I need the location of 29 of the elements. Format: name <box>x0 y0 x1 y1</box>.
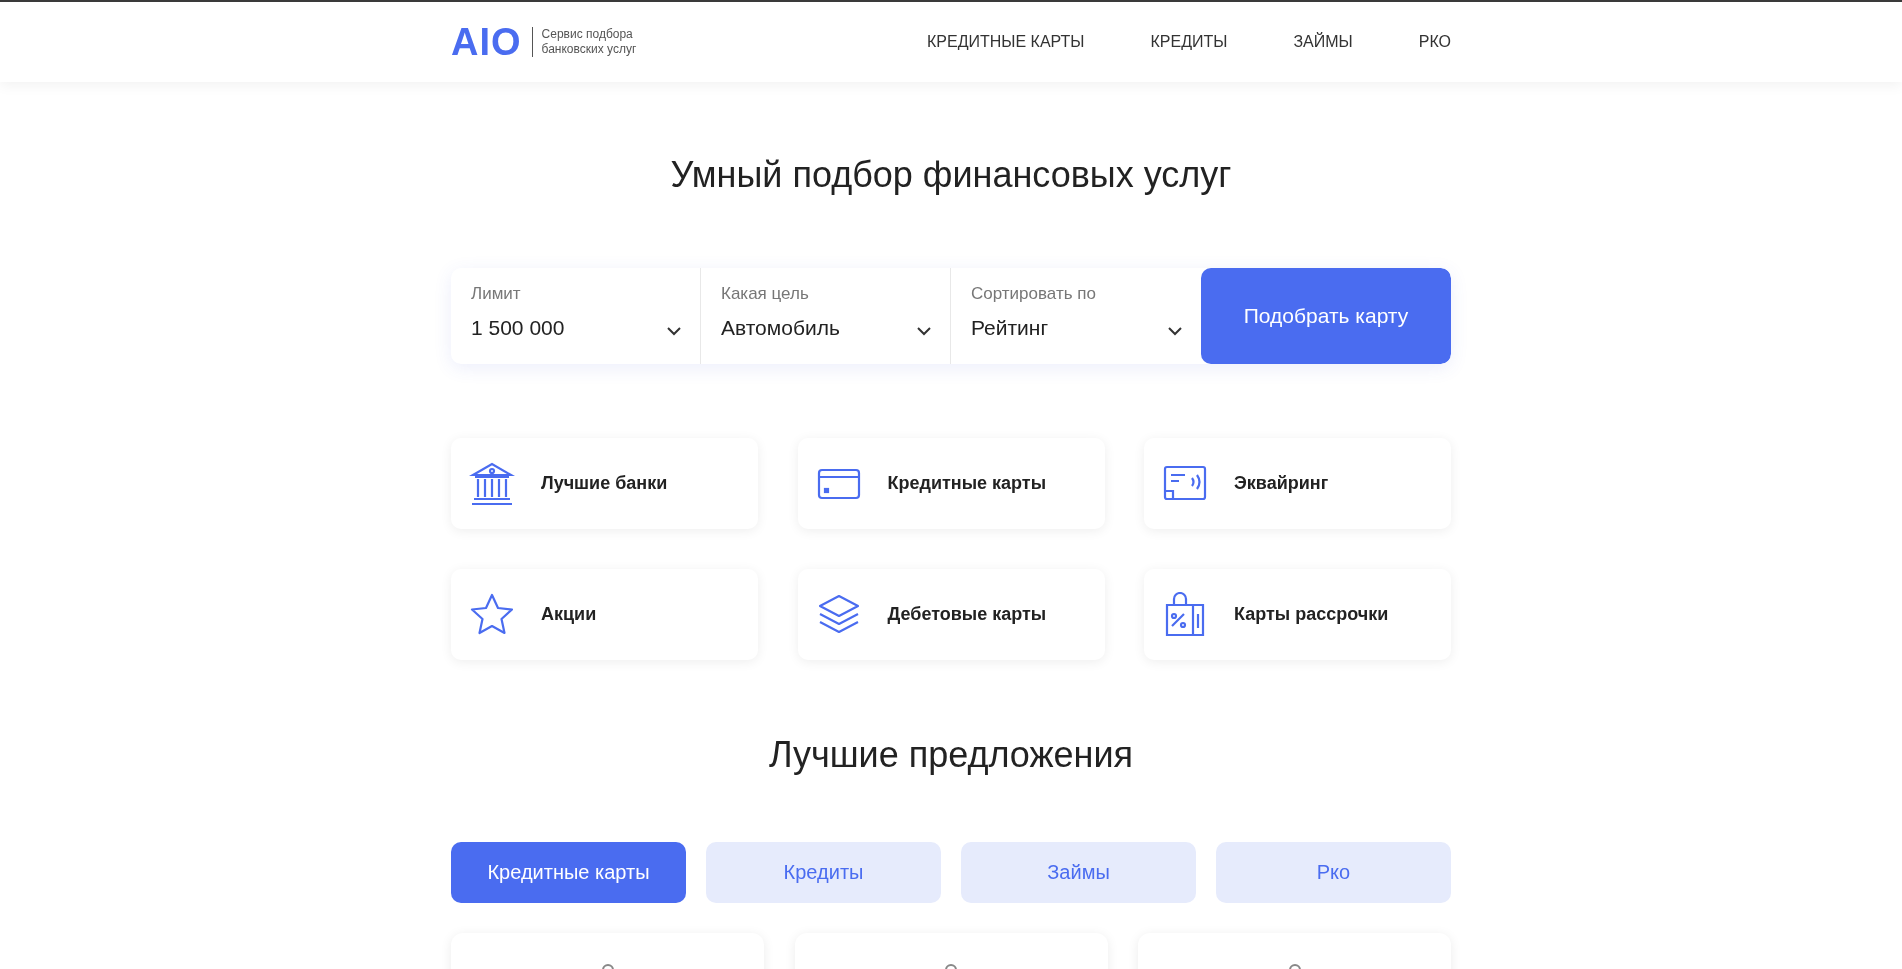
section-title: Лучшие предложения <box>767 733 1135 777</box>
nav-link[interactable]: ЗАЙМЫ <box>1293 33 1353 51</box>
select-field[interactable]: Лимит 1 500 000 <box>451 268 701 364</box>
nav-link[interactable]: КРЕДИТНЫЕ КАРТЫ <box>926 33 1085 51</box>
category-card[interactable]: Кредитные карты <box>797 438 1105 529</box>
tab[interactable]: Кредиты <box>706 842 941 903</box>
submit-button[interactable]: Подобрать карту <box>1201 268 1451 364</box>
tab[interactable]: Займы <box>961 842 1196 903</box>
nav-link[interactable]: РКО <box>1418 33 1451 51</box>
category-card[interactable]: Карты рассрочки <box>1144 569 1451 660</box>
select-field[interactable]: Сортировать по Рейтинг <box>951 268 1201 364</box>
bank-icon <box>469 460 515 507</box>
tagline: Сервис подбора банковских услуг <box>541 27 638 57</box>
tab[interactable]: Рко <box>1216 842 1451 903</box>
logo[interactable]: AIO <box>451 27 533 57</box>
page-title: Умный подбор финансовых услуг <box>669 153 1233 197</box>
chevron-down-icon <box>1167 326 1183 336</box>
select-field[interactable]: Какая цель Автомобиль <box>701 268 951 364</box>
tab[interactable]: Кредитные карты <box>451 842 686 903</box>
category-card[interactable]: Лучшие банки <box>451 438 758 529</box>
category-card[interactable]: Акции <box>451 569 758 660</box>
loading-icon <box>1287 961 1302 969</box>
chevron-down-icon <box>916 326 932 336</box>
category-card[interactable]: Дебетовые карты <box>797 569 1105 660</box>
loading-icon <box>600 961 615 969</box>
chevron-down-icon <box>666 326 682 336</box>
nav-link[interactable]: КРЕДИТЫ <box>1150 33 1228 51</box>
category-card[interactable]: Эквайринг <box>1144 438 1451 529</box>
loading-icon <box>944 961 958 969</box>
